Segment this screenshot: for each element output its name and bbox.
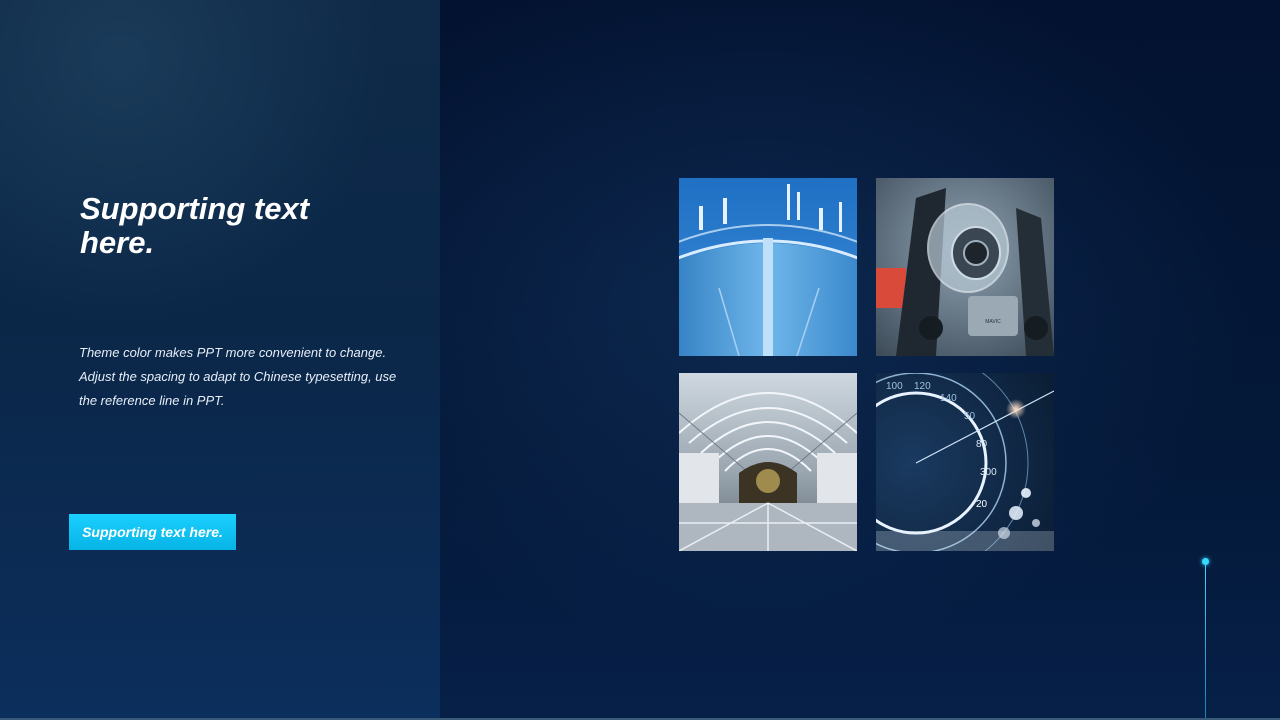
- water-tower-image: [679, 178, 857, 356]
- logo-text: MAVIC: [985, 319, 1001, 325]
- body-text: Theme color makes PPT more convenient to…: [79, 341, 399, 413]
- dial-label: 50: [964, 411, 976, 422]
- body-line: Theme color makes PPT more convenient to…: [79, 345, 387, 360]
- dial-label: 100: [886, 381, 903, 392]
- dial-label: 80: [976, 439, 988, 450]
- drone-camera-photo: MAVIC: [876, 178, 1054, 356]
- slide: Supporting text here. Theme color makes …: [0, 0, 1280, 720]
- supporting-text-button[interactable]: Supporting text here.: [69, 514, 236, 550]
- dial-label: 120: [914, 381, 931, 392]
- accent-dot: [1202, 558, 1209, 565]
- dial-label: 140: [940, 393, 957, 404]
- glass-hall-photo: [679, 373, 857, 551]
- slide-title: Supporting text here.: [80, 191, 310, 260]
- drone-camera-image: MAVIC: [876, 178, 1054, 356]
- body-line: Adjust the spacing to adapt to Chinese t…: [79, 369, 397, 408]
- water-tower-photo: [679, 178, 857, 356]
- speedometer-image: 100 120 140 50 80 300 20: [876, 373, 1054, 551]
- dial-label: 300: [980, 467, 997, 478]
- speedometer-photo: 100 120 140 50 80 300 20: [876, 373, 1054, 551]
- dial-label: 20: [976, 499, 988, 510]
- accent-line: [1205, 562, 1206, 720]
- glass-hall-image: [679, 373, 857, 551]
